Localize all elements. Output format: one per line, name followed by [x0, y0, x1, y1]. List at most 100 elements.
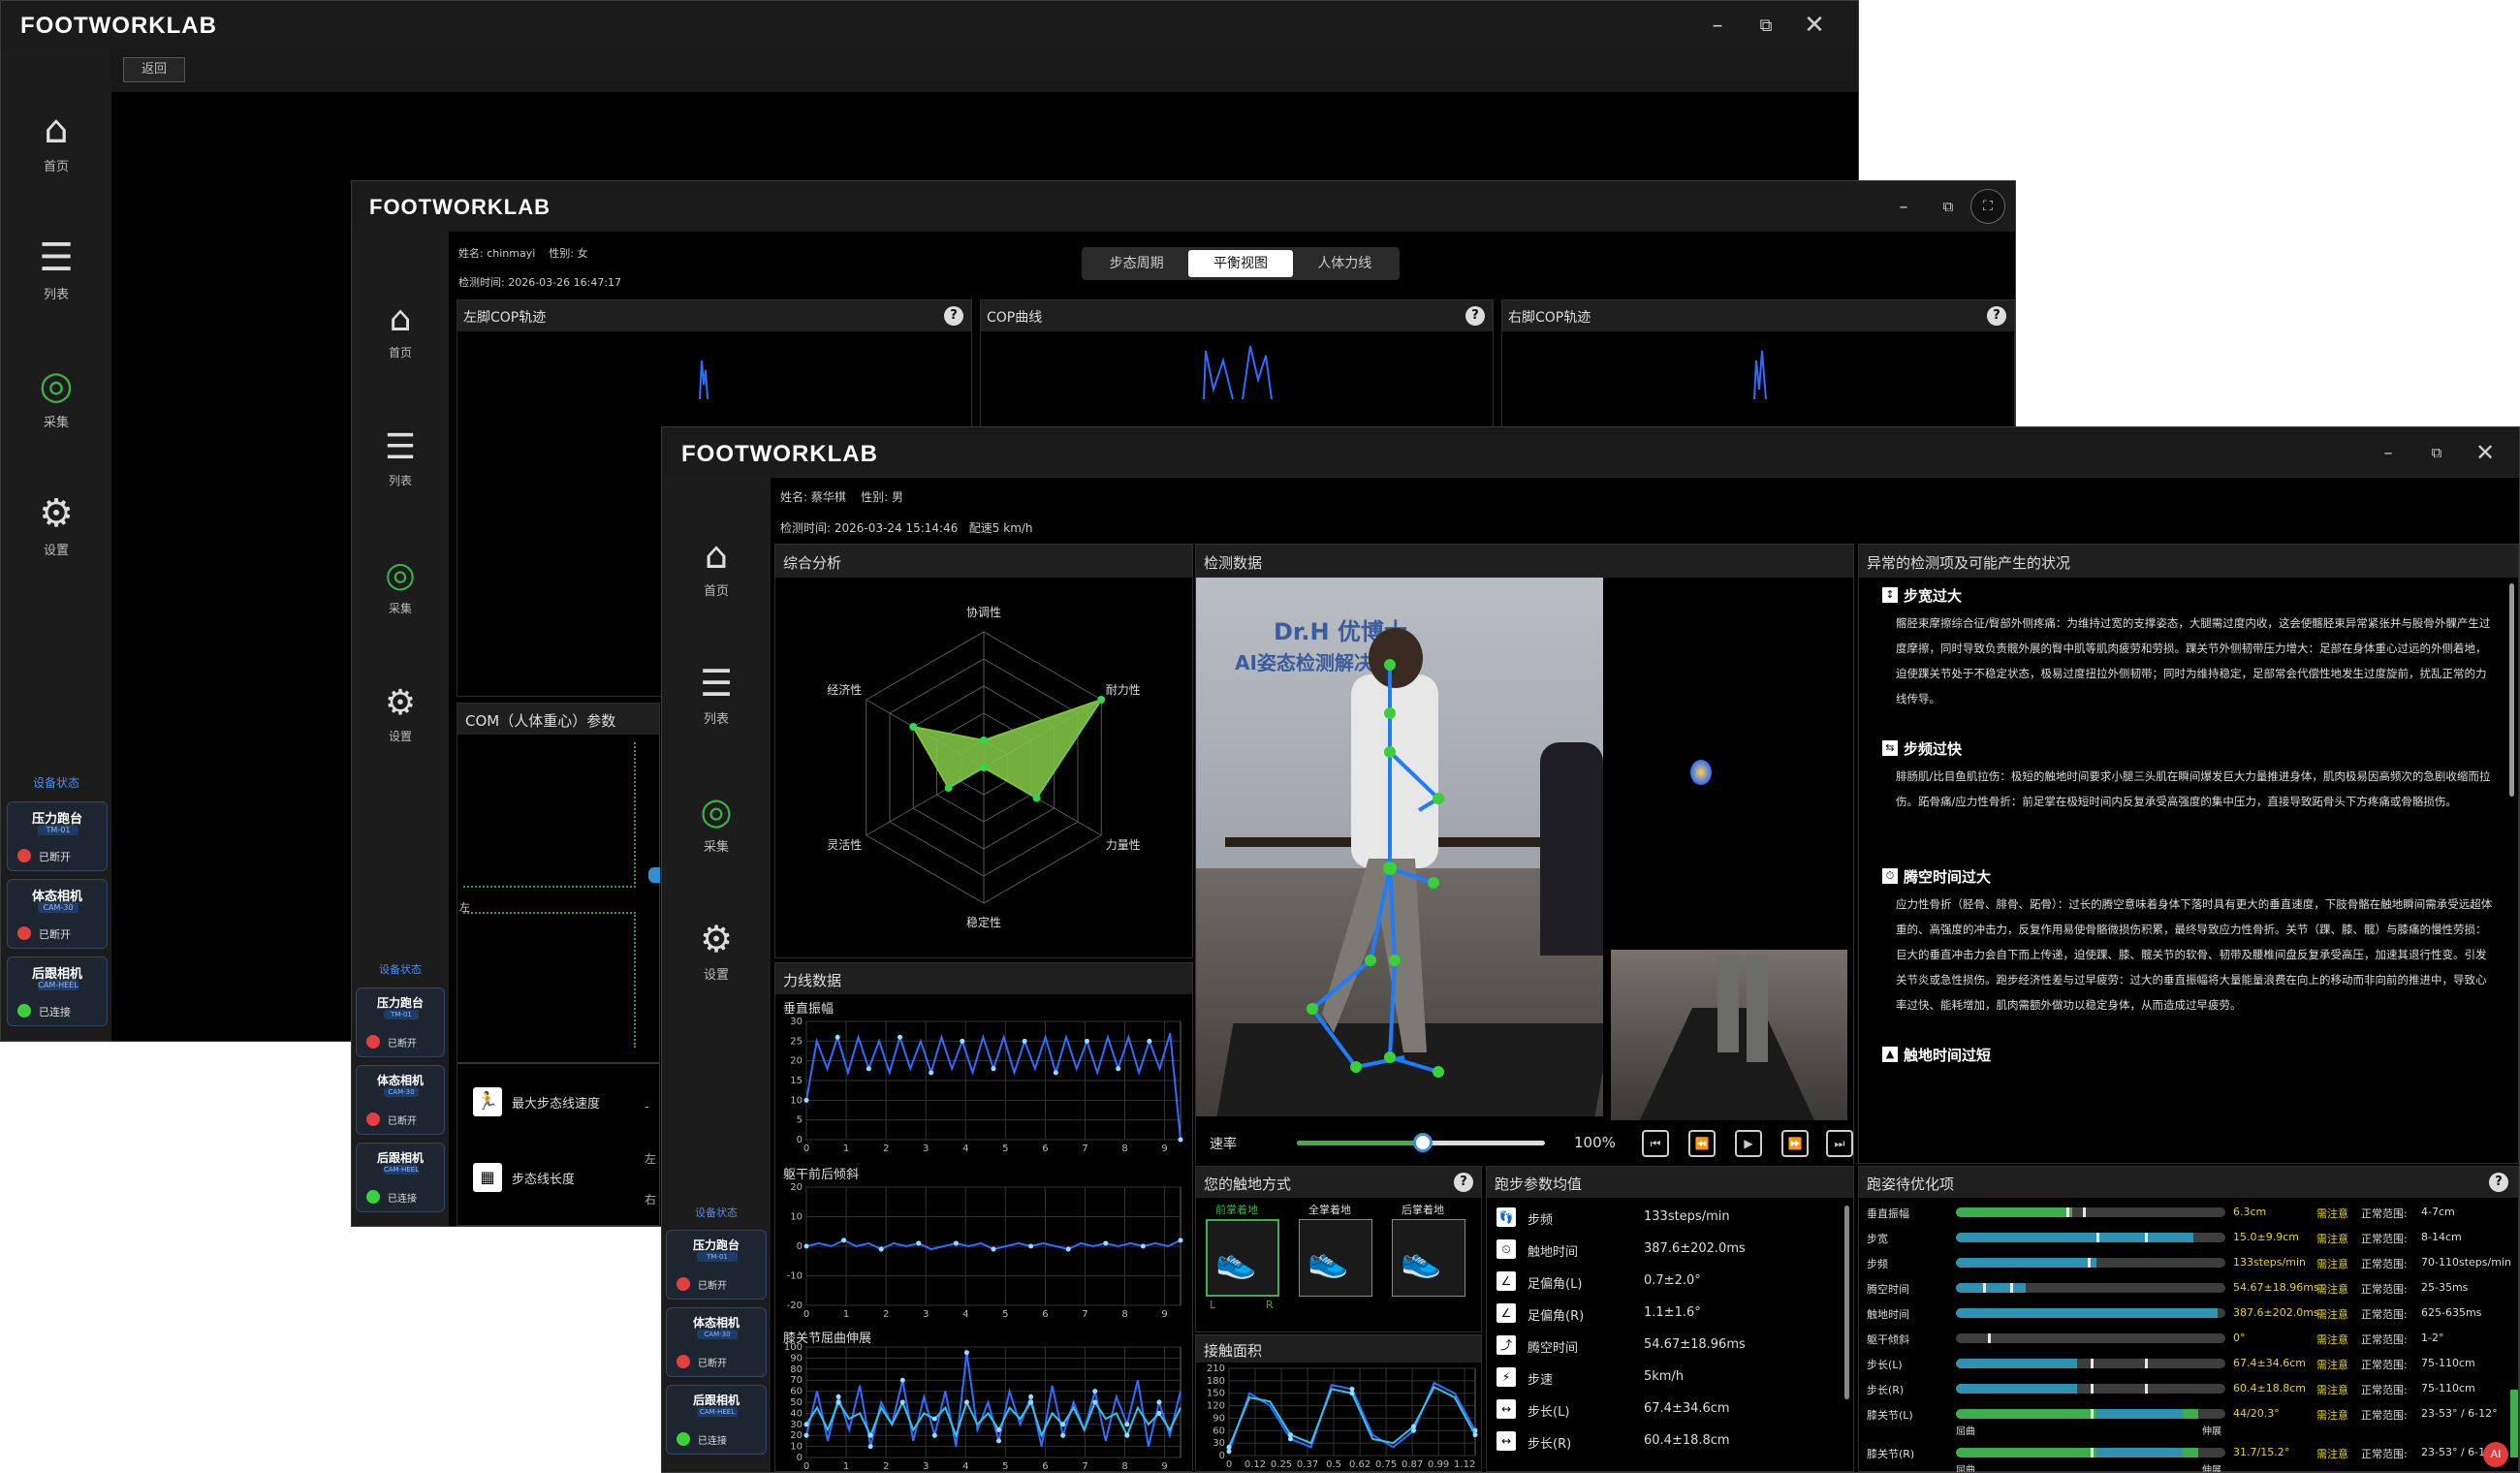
- radar-point: [944, 784, 953, 792]
- nav-capture[interactable]: ◎ 采集: [662, 790, 771, 855]
- minimize-icon[interactable]: –: [2364, 443, 2412, 463]
- opt-item-marker: [2091, 1384, 2094, 1394]
- device-card[interactable]: 体态相机 CAM-30 已断开: [356, 1065, 445, 1135]
- device-card[interactable]: 体态相机 CAM-30 已断开: [666, 1307, 767, 1377]
- y-tick-label: 70: [790, 1375, 803, 1386]
- nav-settings[interactable]: ⚙ 设置: [1, 491, 111, 558]
- slider-handle[interactable]: [1413, 1133, 1433, 1152]
- nav-home[interactable]: ⌂ 首页: [662, 534, 771, 599]
- opt-item-range: 25-35ms: [2421, 1281, 2469, 1294]
- param-value: 133steps/min: [1644, 1209, 1730, 1224]
- close-icon[interactable]: ✕: [1790, 11, 1839, 40]
- device-code: CAM-HEEL: [383, 1165, 420, 1175]
- close-icon[interactable]: ✕: [2461, 439, 2509, 466]
- nav-home[interactable]: ⌂ 首页: [1, 108, 111, 174]
- skip-start-icon[interactable]: ⏮: [1642, 1130, 1669, 1157]
- opt-item-range: 1-2°: [2421, 1332, 2444, 1344]
- opt-item-flag: 需注意: [2316, 1359, 2348, 1371]
- speed-slider[interactable]: [1297, 1133, 1545, 1152]
- y-tick-label: 20: [790, 1056, 803, 1067]
- restore-icon[interactable]: ⧉: [1926, 198, 1970, 215]
- y-tick-label: 40: [790, 1408, 803, 1419]
- nav-capture[interactable]: ◎ 采集: [352, 555, 449, 616]
- series-point: [1411, 1424, 1416, 1429]
- param-icon: ↔: [1496, 1399, 1516, 1419]
- main-video: Dr.H 优博士 AI姿态检测解决方案: [1196, 578, 1603, 1116]
- help-icon[interactable]: ?: [1454, 1173, 1473, 1192]
- tab-gait-cycle[interactable]: 步态周期: [1085, 250, 1188, 277]
- opt-item-value: 133steps/min: [2233, 1256, 2306, 1269]
- x-tick-label: 4: [962, 1309, 968, 1320]
- series-point: [835, 1394, 841, 1399]
- help-icon[interactable]: ?: [1987, 306, 2006, 326]
- device-name: 后跟相机: [376, 1151, 424, 1165]
- title-bar: FOOTWORKLAB – ⧉ ✕: [662, 427, 2519, 478]
- series-point: [803, 1432, 809, 1438]
- expand-icon[interactable]: ⛶: [1970, 189, 2005, 224]
- minimize-icon[interactable]: –: [1693, 14, 1742, 38]
- device-card[interactable]: 压力跑台 TM-01 已断开: [666, 1230, 767, 1300]
- detection-panel: 检测数据 Dr.H 优博士 AI姿态检测解决方案 速率 100% ⏮ ⏪ ▶ ⏩…: [1195, 544, 1854, 1165]
- x-tick-label: 0.12: [1244, 1459, 1266, 1470]
- trunk-tilt-chart: -20 -10 0 10 20 0 1 2 3 4 5 6 7 8 9: [787, 1182, 1183, 1320]
- y-tick-label: 30: [790, 1017, 803, 1027]
- nav-list[interactable]: ☰ 列表: [352, 427, 449, 488]
- device-card[interactable]: 后跟相机 CAM-HEEL 已连接: [356, 1143, 445, 1212]
- help-icon[interactable]: ?: [1465, 306, 1485, 326]
- x-tick-label: 9: [1161, 1309, 1167, 1320]
- strike-type-card[interactable]: 👟: [1299, 1219, 1372, 1297]
- device-card[interactable]: 后跟相机 CAM-HEEL 已连接: [7, 956, 108, 1026]
- step-forward-icon[interactable]: ⏩: [1781, 1130, 1809, 1157]
- abnormal-item-title: 步宽过大: [1904, 587, 1963, 605]
- device-card[interactable]: 后跟相机 CAM-HEEL 已连接: [666, 1385, 767, 1455]
- nav-settings[interactable]: ⚙ 设置: [352, 683, 449, 744]
- nav-home[interactable]: ⌂ 首页: [352, 299, 449, 360]
- ai-assistant-icon[interactable]: AI: [2483, 1442, 2508, 1467]
- x-tick-label: 0: [803, 1309, 809, 1320]
- tab-body-force-line[interactable]: 人体力线: [1293, 250, 1397, 277]
- nav-settings[interactable]: ⚙ 设置: [662, 918, 771, 983]
- opt-item-range-label: 正常范围:: [2361, 1333, 2408, 1346]
- opt-item-bar-fill: [1956, 1233, 2193, 1242]
- device-card[interactable]: 压力跑台 TM-01 已断开: [356, 987, 445, 1057]
- restore-icon[interactable]: ⧉: [1742, 16, 1790, 36]
- opt-scrollbar[interactable]: [2510, 1390, 2518, 1457]
- x-tick-label: 4: [962, 1461, 968, 1472]
- opt-item-label: 腾空时间: [1867, 1283, 1909, 1296]
- help-icon[interactable]: ?: [2489, 1173, 2508, 1192]
- minimize-icon[interactable]: –: [1881, 197, 1926, 217]
- help-icon[interactable]: ?: [944, 306, 963, 326]
- series-point: [1028, 1394, 1034, 1399]
- shoe-icon: 👟: [1215, 1242, 1257, 1281]
- device-card[interactable]: 压力跑台 TM-01 已断开: [7, 801, 108, 871]
- device-card[interactable]: 体态相机 CAM-30 已断开: [7, 879, 108, 949]
- step-back-icon[interactable]: ⏪: [1688, 1130, 1716, 1157]
- nav-list[interactable]: ☰ 列表: [1, 235, 111, 302]
- play-icon[interactable]: ▶: [1735, 1130, 1762, 1157]
- param-label: 步长(R): [1528, 1437, 1572, 1452]
- device-name: 压力跑台: [692, 1238, 740, 1252]
- opt-item-range: 8-14cm: [2421, 1231, 2462, 1243]
- strike-type-card[interactable]: 👟: [1392, 1219, 1465, 1297]
- strike-type-card[interactable]: 👟: [1206, 1219, 1279, 1297]
- back-button[interactable]: 返回: [123, 57, 185, 82]
- opt-item-label: 垂直振幅: [1867, 1207, 1909, 1220]
- nav-label: 列表: [388, 474, 412, 487]
- params-scrollbar[interactable]: [1844, 1206, 1849, 1399]
- opt-item-sub-flex: 屈曲: [1956, 1465, 1975, 1473]
- nav-list[interactable]: ☰ 列表: [662, 662, 771, 727]
- abnormal-item-title: 腾空时间过大: [1904, 868, 1992, 886]
- opt-item-value: 15.0±9.9cm: [2233, 1231, 2299, 1243]
- x-tick-label: 0.25: [1271, 1459, 1292, 1470]
- title-bar: FOOTWORKLAB – ⧉ ✕: [1, 1, 1858, 49]
- tab-balance-view[interactable]: 平衡视图: [1188, 250, 1293, 277]
- device-status: 已连接: [39, 1006, 71, 1019]
- restore-icon[interactable]: ⧉: [2412, 444, 2461, 461]
- nav-capture[interactable]: ◎ 采集: [1, 363, 111, 430]
- skip-end-icon[interactable]: ⏭: [1826, 1130, 1853, 1157]
- radar-point: [1097, 696, 1106, 704]
- radar-axis-label: 力量性: [1106, 838, 1141, 852]
- abnormal-scrollbar[interactable]: [2509, 583, 2514, 797]
- opt-item-flag: 需注意: [2316, 1409, 2348, 1422]
- length-icon: ▦: [473, 1163, 502, 1192]
